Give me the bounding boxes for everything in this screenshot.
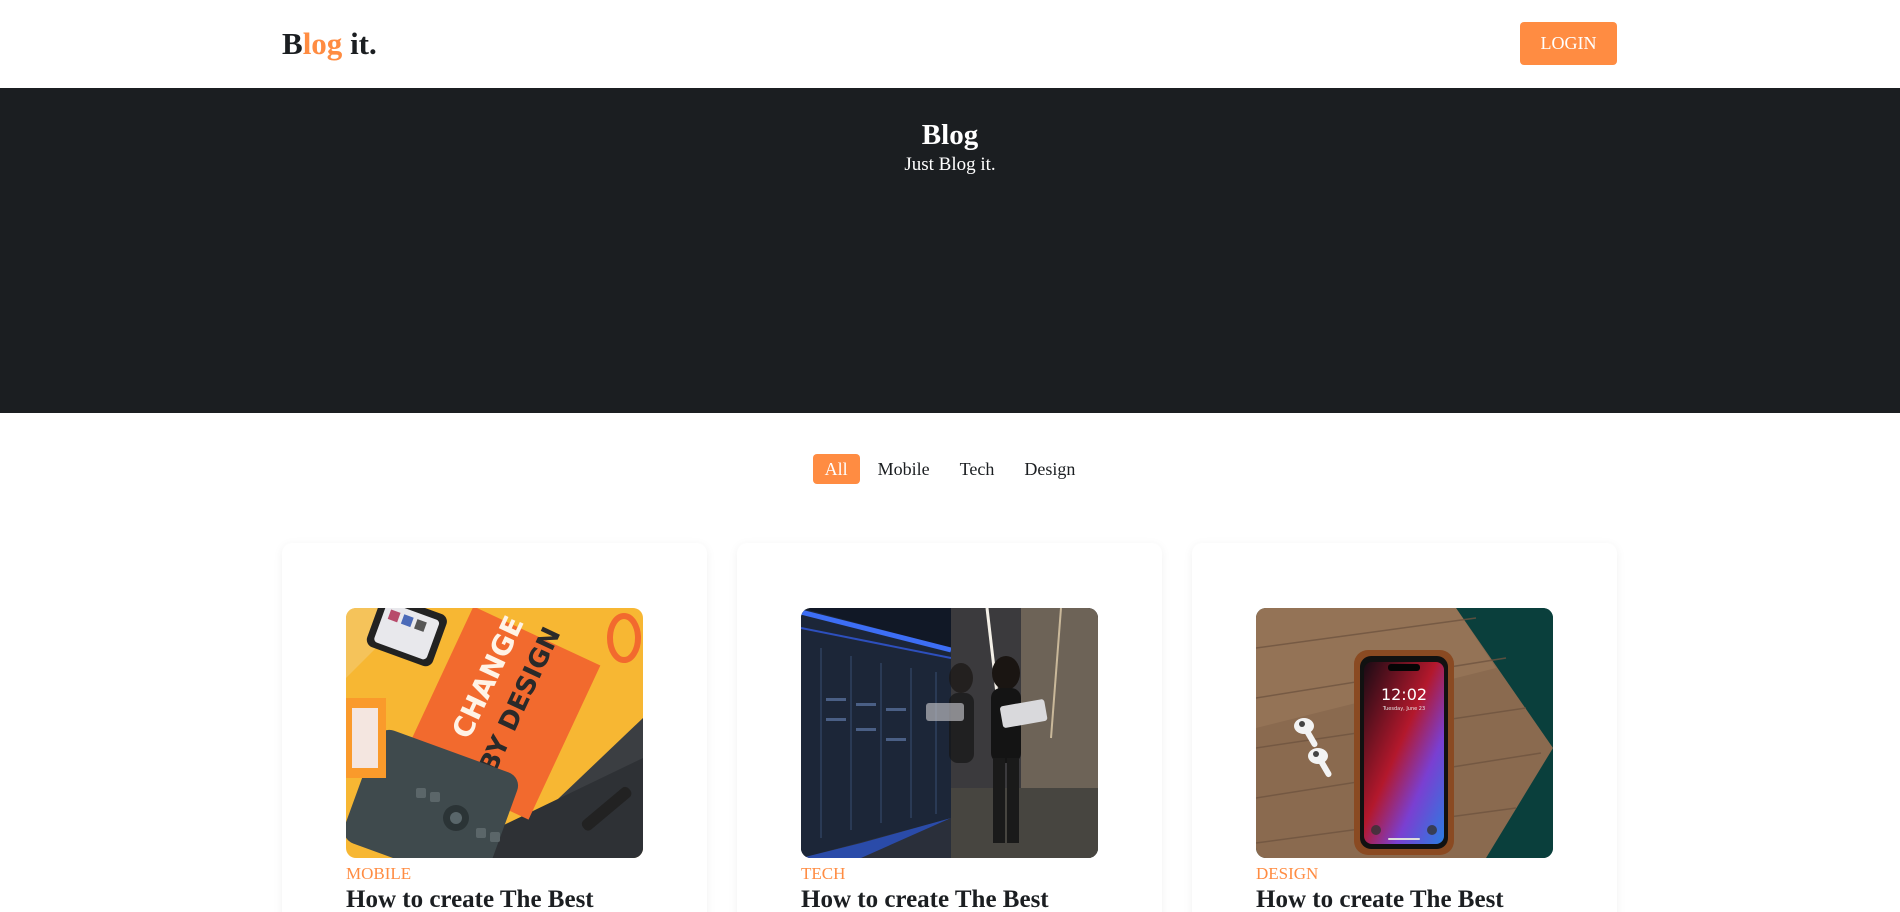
filter-design[interactable]: Design <box>1012 454 1087 484</box>
post-title[interactable]: How to create The Best <box>346 885 666 912</box>
login-button[interactable]: LOGIN <box>1520 22 1617 65</box>
filter-all[interactable]: All <box>812 454 860 484</box>
post-card-design[interactable]: 12:02 Tuesday, June 23 DESIGN How to cre… <box>1192 543 1617 912</box>
hero-banner: Blog Just Blog it. <box>0 88 1900 413</box>
logo-accent: log <box>302 26 343 61</box>
post-category[interactable]: MOBILE <box>346 864 411 884</box>
filter-mobile[interactable]: Mobile <box>866 454 942 484</box>
filter-tech[interactable]: Tech <box>948 454 1007 484</box>
logo-prefix: B <box>282 26 303 61</box>
post-card-mobile[interactable]: CHANGE BY DESIGN MOBILE How to create Th… <box>282 543 707 912</box>
design-book-flatlay-image: CHANGE BY DESIGN <box>346 608 643 858</box>
site-header: Blog it. LOGIN <box>0 0 1900 88</box>
post-category[interactable]: TECH <box>801 864 845 884</box>
post-card-tech[interactable]: TECH How to create The Best <box>737 543 1162 912</box>
hero-title: Blog <box>921 119 979 151</box>
svg-text:Tuesday, June 23: Tuesday, June 23 <box>1382 706 1425 712</box>
hero-subtitle: Just Blog it. <box>904 154 996 175</box>
post-image-smartphone[interactable]: 12:02 Tuesday, June 23 <box>1256 608 1553 858</box>
post-title[interactable]: How to create The Best <box>801 885 1121 912</box>
post-image-design-book[interactable]: CHANGE BY DESIGN <box>346 608 643 858</box>
post-title[interactable]: How to create The Best <box>1256 885 1576 912</box>
svg-text:12:02: 12:02 <box>1381 685 1427 704</box>
server-room-person-laptop-image <box>801 608 1098 858</box>
blog-page: Blog it. LOGIN Blog Just Blog it. All Mo… <box>0 0 1900 912</box>
category-filter-tabs: All Mobile Tech Design <box>0 453 1900 485</box>
post-category[interactable]: DESIGN <box>1256 864 1318 884</box>
post-image-server-room[interactable] <box>801 608 1098 858</box>
smartphone-earbuds-wood-image: 12:02 Tuesday, June 23 <box>1256 608 1553 858</box>
site-logo[interactable]: Blog it. <box>282 26 377 62</box>
logo-suffix: it. <box>342 26 377 61</box>
